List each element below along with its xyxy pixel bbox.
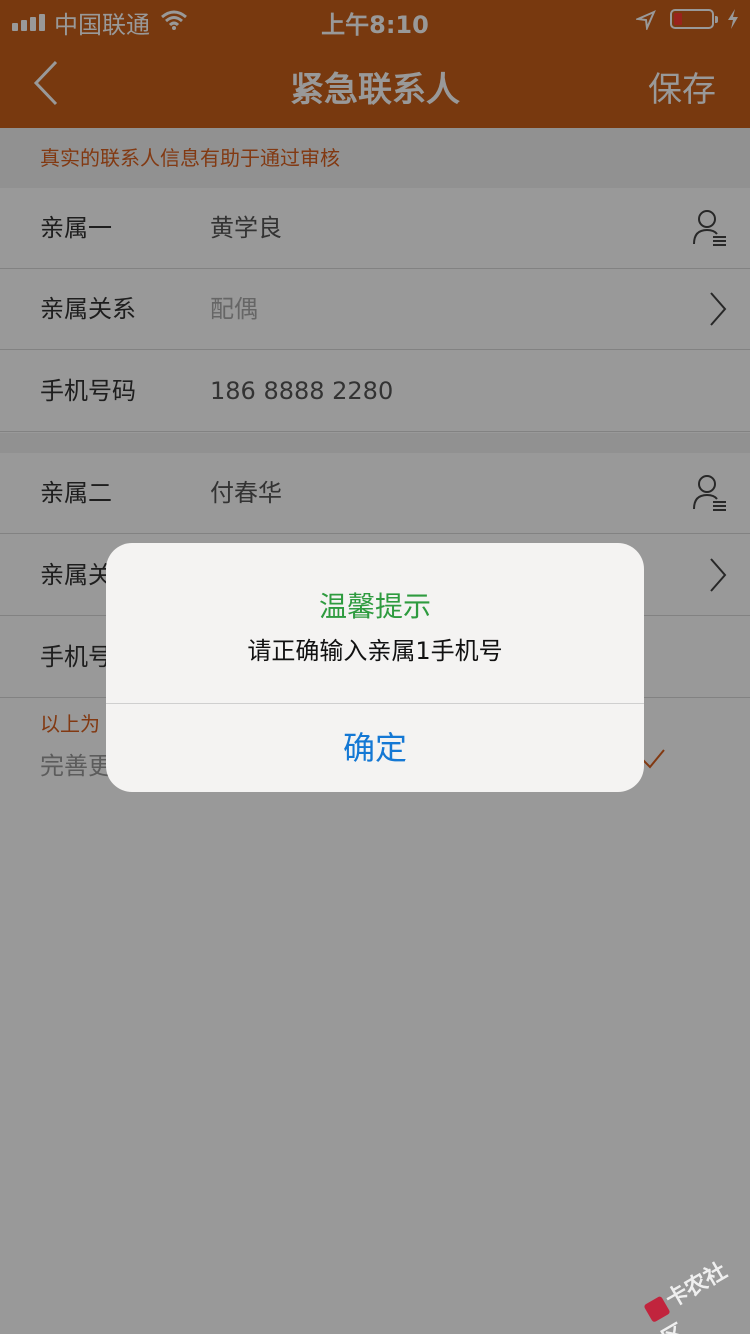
alert-title: 温馨提示 xyxy=(318,590,431,623)
alert-dialog: 温馨提示 请正确输入亲属1手机号 确定 xyxy=(106,543,644,792)
confirm-button[interactable]: 确定 xyxy=(106,704,644,792)
alert-message: 请正确输入亲属1手机号 xyxy=(247,637,503,665)
